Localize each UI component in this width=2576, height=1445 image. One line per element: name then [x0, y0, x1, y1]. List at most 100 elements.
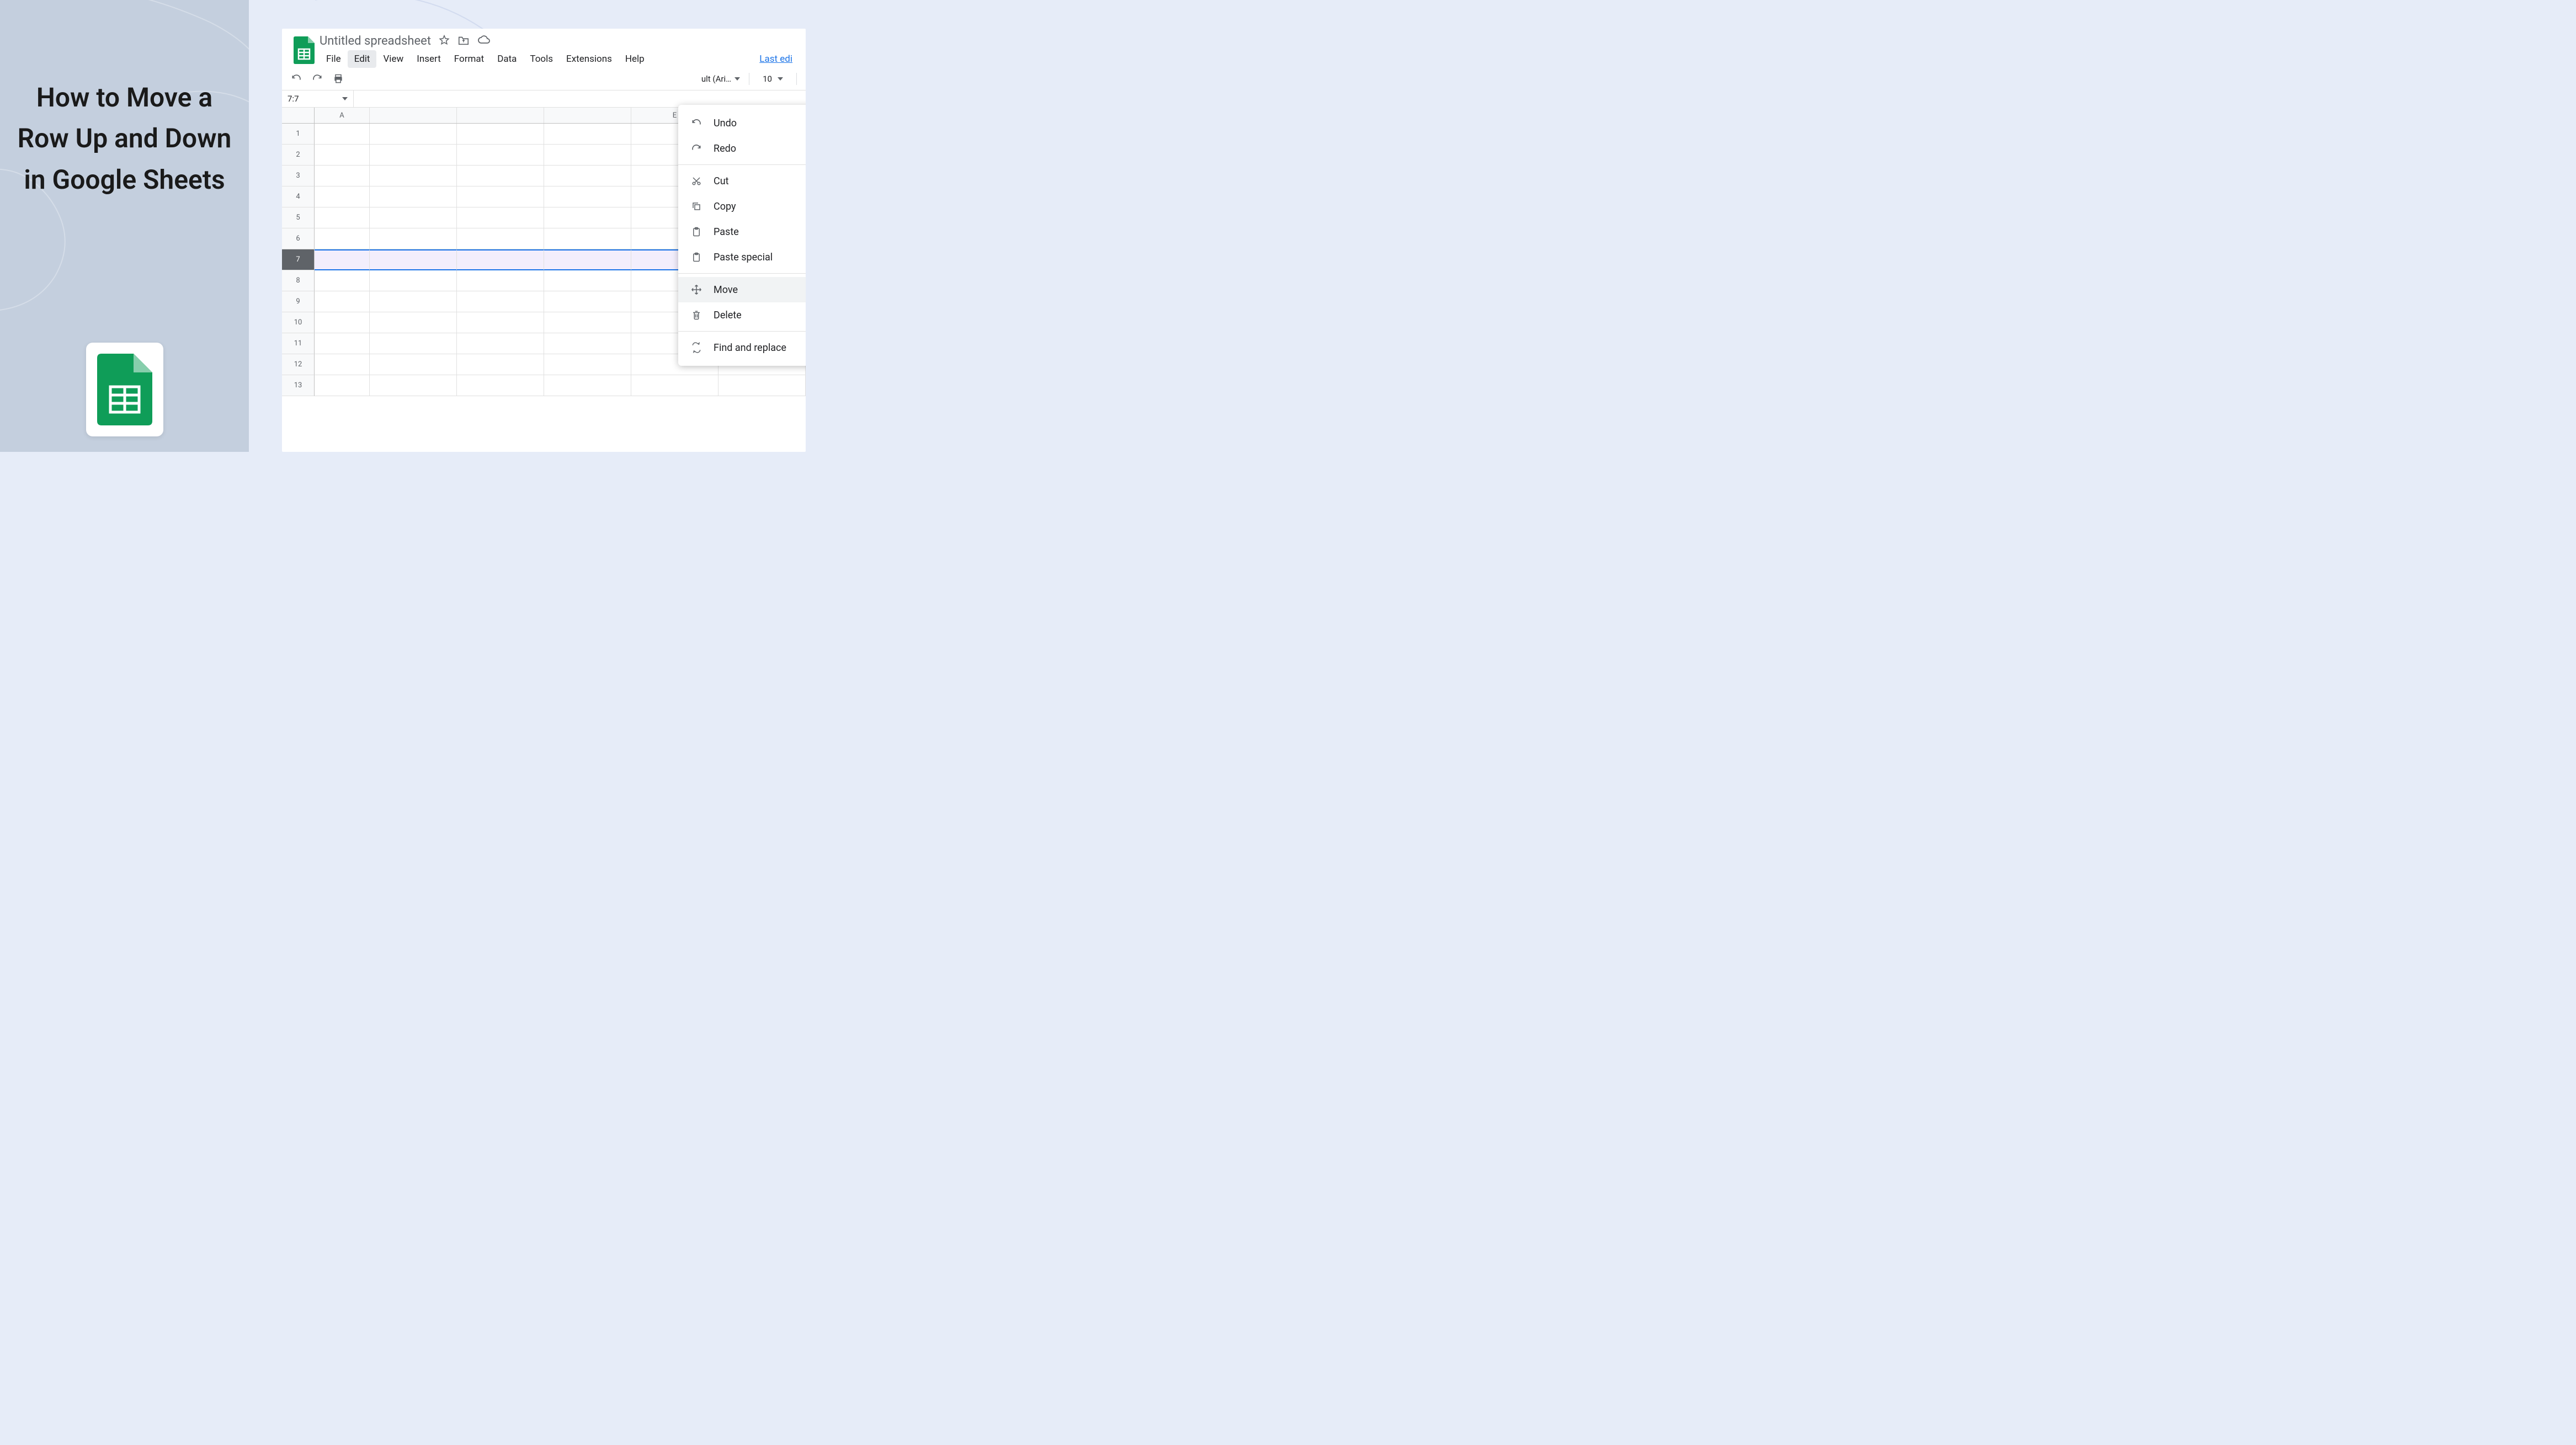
- row-header[interactable]: 1: [282, 124, 315, 145]
- menu-format[interactable]: Format: [448, 50, 491, 68]
- column-header-hidden[interactable]: [457, 108, 544, 123]
- cell[interactable]: [544, 228, 631, 249]
- cell[interactable]: [457, 354, 544, 375]
- font-size-selector[interactable]: 10: [758, 74, 787, 84]
- cell[interactable]: [370, 291, 457, 312]
- cell[interactable]: [718, 375, 806, 396]
- cell[interactable]: [315, 207, 370, 228]
- cell[interactable]: [457, 186, 544, 207]
- menu-data[interactable]: Data: [491, 50, 523, 68]
- cell[interactable]: [315, 270, 370, 291]
- cell[interactable]: [370, 270, 457, 291]
- edit-paste[interactable]: Paste Ctrl+V: [678, 219, 806, 244]
- menu-edit[interactable]: Edit: [348, 50, 377, 68]
- cell[interactable]: [315, 333, 370, 354]
- row-header[interactable]: 6: [282, 228, 315, 249]
- menu-extensions[interactable]: Extensions: [560, 50, 619, 68]
- column-header-a[interactable]: A: [315, 108, 370, 123]
- cell[interactable]: [544, 375, 631, 396]
- cell[interactable]: [315, 228, 370, 249]
- row-header[interactable]: 4: [282, 186, 315, 207]
- cell[interactable]: [315, 291, 370, 312]
- cell[interactable]: [315, 354, 370, 375]
- row-header[interactable]: 2: [282, 145, 315, 166]
- edit-move[interactable]: Move ▶: [678, 277, 806, 302]
- print-button[interactable]: [332, 72, 345, 86]
- cell[interactable]: [370, 312, 457, 333]
- cell[interactable]: [544, 166, 631, 186]
- move-to-drive-icon[interactable]: [457, 35, 470, 48]
- cell[interactable]: [370, 333, 457, 354]
- cell[interactable]: [457, 333, 544, 354]
- edit-copy[interactable]: Copy Ctrl+C: [678, 194, 806, 219]
- cloud-status-icon[interactable]: [477, 35, 491, 47]
- cell[interactable]: [370, 145, 457, 166]
- cell[interactable]: [370, 124, 457, 145]
- edit-cut[interactable]: Cut Ctrl+X: [678, 168, 806, 194]
- column-header-hidden[interactable]: [370, 108, 457, 123]
- cell[interactable]: [370, 166, 457, 186]
- cell[interactable]: [370, 228, 457, 249]
- cell[interactable]: [544, 354, 631, 375]
- cell[interactable]: [315, 166, 370, 186]
- cell[interactable]: [544, 312, 631, 333]
- menu-tools[interactable]: Tools: [523, 50, 560, 68]
- menu-file[interactable]: File: [320, 50, 348, 68]
- row-header[interactable]: 9: [282, 291, 315, 312]
- sheets-app-icon[interactable]: [289, 33, 320, 64]
- cell[interactable]: [457, 312, 544, 333]
- cell[interactable]: [457, 375, 544, 396]
- undo-button[interactable]: [290, 72, 303, 86]
- menu-insert[interactable]: Insert: [410, 50, 448, 68]
- cell[interactable]: [544, 124, 631, 145]
- grid-row-13[interactable]: 13: [282, 375, 806, 396]
- star-icon[interactable]: [439, 35, 450, 48]
- cell[interactable]: [370, 207, 457, 228]
- cell[interactable]: [370, 375, 457, 396]
- cell[interactable]: [457, 249, 544, 270]
- cell[interactable]: [457, 145, 544, 166]
- row-header[interactable]: 7: [282, 249, 315, 270]
- row-header[interactable]: 11: [282, 333, 315, 354]
- row-header[interactable]: 5: [282, 207, 315, 228]
- cell[interactable]: [631, 375, 718, 396]
- menu-help[interactable]: Help: [619, 50, 651, 68]
- cell[interactable]: [457, 207, 544, 228]
- cell[interactable]: [544, 270, 631, 291]
- cell[interactable]: [544, 207, 631, 228]
- redo-button[interactable]: [311, 72, 324, 86]
- row-header[interactable]: 13: [282, 375, 315, 396]
- cell[interactable]: [315, 249, 370, 270]
- cell[interactable]: [457, 228, 544, 249]
- edit-find-replace[interactable]: Find and replace Ctrl+H: [678, 335, 806, 360]
- row-header[interactable]: 12: [282, 354, 315, 375]
- document-title[interactable]: Untitled spreadsheet: [320, 34, 431, 48]
- edit-redo[interactable]: Redo Ctrl+Y: [678, 136, 806, 161]
- edit-undo[interactable]: Undo Ctrl+Z: [678, 110, 806, 136]
- row-header[interactable]: 3: [282, 166, 315, 186]
- menu-view[interactable]: View: [376, 50, 410, 68]
- cell[interactable]: [315, 312, 370, 333]
- row-header[interactable]: 8: [282, 270, 315, 291]
- cell[interactable]: [315, 145, 370, 166]
- cell[interactable]: [370, 354, 457, 375]
- cell[interactable]: [457, 166, 544, 186]
- cell[interactable]: [457, 124, 544, 145]
- cell[interactable]: [370, 186, 457, 207]
- column-header-hidden[interactable]: [544, 108, 631, 123]
- cell[interactable]: [370, 249, 457, 270]
- cell[interactable]: [544, 186, 631, 207]
- font-selector[interactable]: ult (Ari…: [701, 74, 740, 84]
- edit-paste-special[interactable]: Paste special ▶: [678, 244, 806, 270]
- row-header[interactable]: 10: [282, 312, 315, 333]
- name-box[interactable]: 7:7: [282, 90, 354, 107]
- cell[interactable]: [315, 124, 370, 145]
- cell[interactable]: [315, 375, 370, 396]
- cell[interactable]: [457, 270, 544, 291]
- cell[interactable]: [544, 249, 631, 270]
- cell[interactable]: [544, 291, 631, 312]
- cell[interactable]: [544, 145, 631, 166]
- edit-delete[interactable]: Delete ▶: [678, 302, 806, 328]
- select-all-corner[interactable]: [282, 108, 315, 123]
- cell[interactable]: [544, 333, 631, 354]
